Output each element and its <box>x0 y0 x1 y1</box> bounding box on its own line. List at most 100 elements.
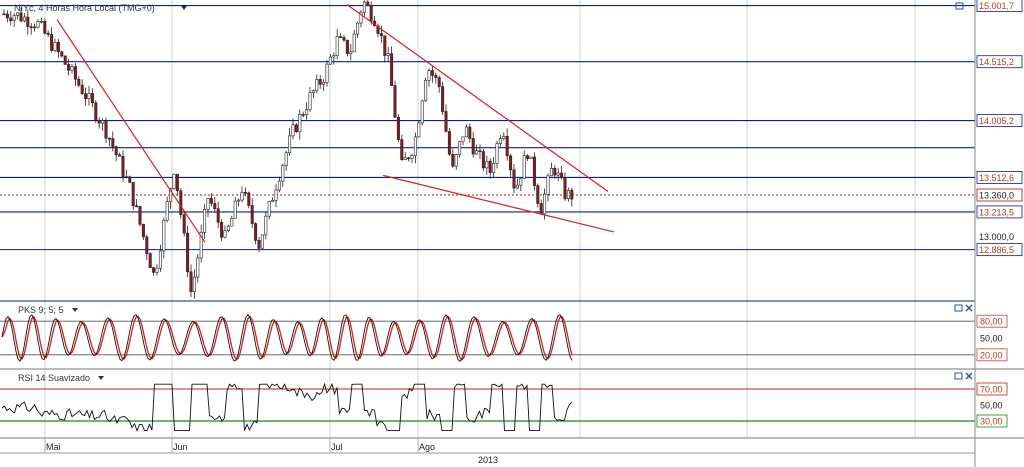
stoch-tick-label: 50,00 <box>980 334 1003 344</box>
candle-body <box>131 182 135 207</box>
candle-body <box>417 122 421 138</box>
candle-body <box>301 114 305 116</box>
stoch-title: PKS 9; 5; 5 <box>18 305 64 315</box>
candle-body <box>553 168 557 176</box>
price-tick-label: 12.886,5 <box>979 245 1014 255</box>
candle-body <box>328 56 332 65</box>
candle-body <box>260 234 264 249</box>
candle-body <box>427 70 431 81</box>
rsi-tick-label: 70,00 <box>980 385 1003 395</box>
candle-body <box>90 93 94 104</box>
price-tick-label: 14.005,2 <box>979 116 1014 126</box>
candle-body <box>209 198 213 204</box>
candle-body <box>362 1 366 13</box>
candle-body <box>277 180 281 191</box>
candle-body <box>36 21 40 28</box>
price-tick-label: 13.360,0 <box>979 191 1014 201</box>
stoch-panel-bg <box>0 302 975 367</box>
candle-body <box>420 100 424 124</box>
chart-root: 80,00 50,00 20,00 70,00 50,00 30,00 15.001,7… <box>0 0 1024 467</box>
candle-body <box>566 189 570 199</box>
candle-body <box>468 126 472 139</box>
candle-body <box>298 114 302 133</box>
candle-body <box>84 93 88 100</box>
candle-body <box>369 5 373 22</box>
candle-body <box>165 201 169 221</box>
candle-body <box>243 192 247 194</box>
candle-body <box>349 51 353 54</box>
candle-body <box>53 42 57 51</box>
candle-body <box>366 1 370 6</box>
candle-body <box>464 126 468 138</box>
candle-body <box>135 205 139 208</box>
candle-body <box>189 271 193 292</box>
candle-body <box>492 163 496 173</box>
candle-body <box>50 34 54 51</box>
stoch-tick-label: 20,00 <box>980 350 1003 360</box>
candle-body <box>5 13 9 19</box>
candle-body <box>294 124 298 133</box>
candle-body <box>434 75 438 78</box>
candle-body <box>291 124 295 137</box>
candle-body <box>379 33 383 37</box>
candle-body <box>203 208 207 233</box>
candle-body <box>342 37 346 41</box>
candle-body <box>274 189 278 201</box>
candle-body <box>485 160 489 169</box>
candle-body <box>407 157 411 160</box>
candle-body <box>60 51 64 57</box>
candle-body <box>155 267 159 273</box>
candle-body <box>192 276 196 292</box>
candle-body <box>444 111 448 132</box>
candle-body <box>152 267 156 273</box>
candle-body <box>509 155 513 171</box>
candle-body <box>413 136 417 156</box>
candle-body <box>175 173 179 192</box>
candle-body <box>216 208 220 223</box>
candle-body <box>560 172 564 179</box>
candle-body <box>281 165 285 182</box>
candle-body <box>403 157 407 160</box>
candle-body <box>532 156 536 186</box>
candle-body <box>505 136 509 157</box>
chart-title: NIYc, 4 Horas Hora Local (TMG+0) <box>14 3 155 13</box>
price-tick-label: 13.512,6 <box>979 173 1014 183</box>
candle-body <box>471 138 475 155</box>
candle-body <box>206 198 210 210</box>
candle-body <box>447 131 451 155</box>
candle-body <box>104 120 108 139</box>
candle-body <box>26 16 30 27</box>
candle-body <box>162 219 166 252</box>
candle-body <box>250 205 254 224</box>
candle-body <box>515 184 519 189</box>
candle-body <box>264 215 268 236</box>
price-tick-label: 14.515,2 <box>979 57 1014 67</box>
price-tick-label: 15.001,7 <box>979 1 1014 11</box>
candle-body <box>39 21 43 23</box>
candle-body <box>257 240 261 249</box>
month-label: Jun <box>173 442 188 452</box>
candle-body <box>148 253 152 269</box>
candle-body <box>186 232 190 273</box>
candle-body <box>12 15 16 21</box>
candle-body <box>393 85 397 118</box>
month-label: Ago <box>419 442 435 452</box>
candle-body <box>386 53 390 56</box>
candle-body <box>138 205 142 225</box>
main-panel-bg <box>0 0 975 300</box>
candle-body <box>22 16 26 22</box>
candle-body <box>233 200 237 219</box>
candle-body <box>111 138 115 147</box>
candle-body <box>311 90 315 93</box>
candle-body <box>352 33 356 53</box>
candle-body <box>315 79 319 92</box>
candle-body <box>196 257 200 278</box>
candle-body <box>2 13 6 16</box>
price-tick-label: 13.000,0 <box>979 232 1014 242</box>
candle-body <box>16 12 20 16</box>
candle-body <box>172 173 176 189</box>
candle-body <box>400 139 404 160</box>
candle-body <box>475 150 479 155</box>
candle-body <box>237 199 241 202</box>
rsi-title: RSI 14 Suavizado <box>18 373 90 383</box>
